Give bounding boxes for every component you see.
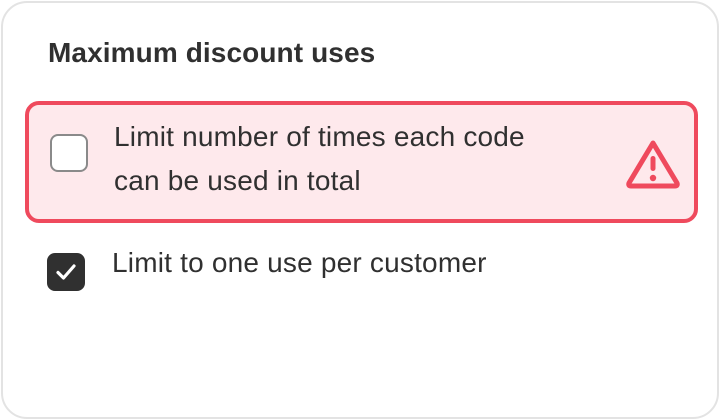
limit-per-customer-label[interactable]: Limit to one use per customer [112,241,487,285]
discount-uses-card: Maximum discount uses Limit number of ti… [1,1,719,419]
limit-total-uses-checkbox[interactable] [50,134,88,172]
limit-total-uses-label[interactable]: Limit number of times each code can be u… [114,115,574,203]
checkmark-icon [56,264,76,280]
limit-per-customer-checkbox[interactable] [47,253,85,291]
limit-total-uses-option[interactable]: Limit number of times each code can be u… [25,101,698,223]
section-title: Maximum discount uses [48,37,376,68]
warning-icon [626,140,680,189]
